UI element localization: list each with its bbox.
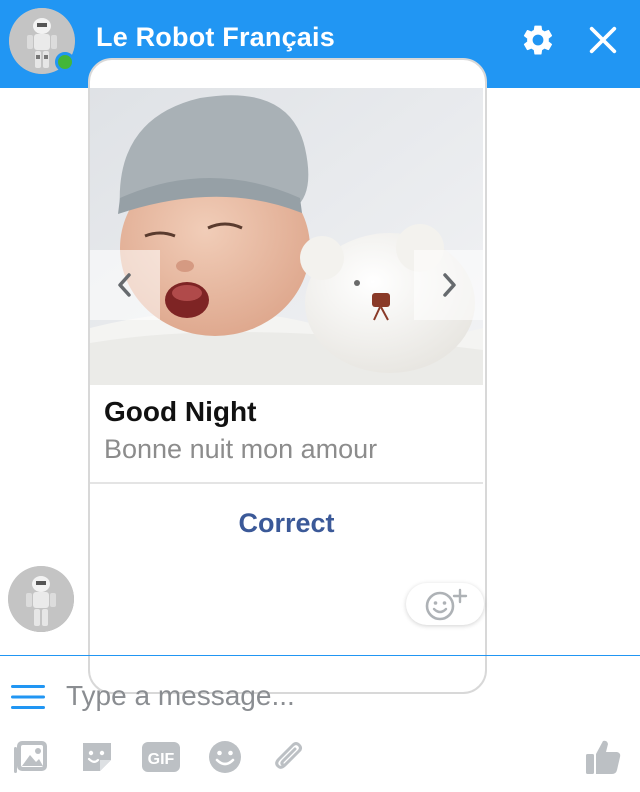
hamburger-menu-icon <box>11 685 45 709</box>
sleeping-baby-photo <box>90 88 483 385</box>
sticker-icon <box>83 743 111 771</box>
close-icon <box>589 26 617 54</box>
image-icon <box>14 741 47 773</box>
chat-title: Le Robot Français <box>96 22 335 52</box>
emoji-button[interactable] <box>204 735 246 779</box>
gif-label: GIF <box>148 751 175 768</box>
chevron-left-icon <box>118 273 131 297</box>
add-reaction-button[interactable] <box>406 583 484 625</box>
attach-button[interactable] <box>268 735 310 779</box>
composer-toolbar: GIF <box>0 735 640 781</box>
message-list[interactable]: Good Night Bonne nuit mon amour Correct <box>0 58 640 694</box>
online-status-dot <box>55 52 75 72</box>
image-button[interactable] <box>12 735 54 779</box>
paperclip-icon <box>275 742 302 769</box>
thumbs-up-icon <box>586 740 621 774</box>
bot-avatar-header[interactable] <box>9 8 75 74</box>
carousel-prev-button[interactable] <box>90 250 160 320</box>
settings-button[interactable] <box>518 20 558 60</box>
bot-avatar <box>8 566 74 632</box>
gif-button[interactable]: GIF <box>140 735 182 779</box>
correct-button[interactable]: Correct <box>90 484 483 562</box>
menu-button[interactable] <box>10 682 46 712</box>
emoji-icon <box>209 741 241 773</box>
robot-avatar-image <box>8 566 74 632</box>
gear-icon <box>523 25 553 55</box>
sticker-button[interactable] <box>76 735 118 779</box>
chevron-right-icon <box>443 273 456 297</box>
close-button[interactable] <box>583 20 623 60</box>
carousel-next-button[interactable] <box>414 250 484 320</box>
composer-divider <box>0 655 640 656</box>
card-title: Good Night <box>104 396 257 427</box>
card-image <box>90 88 483 385</box>
like-button[interactable] <box>582 735 624 779</box>
message-input[interactable] <box>66 672 566 720</box>
smiley-add-icon <box>425 588 468 621</box>
card-subtitle: Bonne nuit mon amour <box>104 434 378 464</box>
gif-icon: GIF <box>142 742 180 772</box>
